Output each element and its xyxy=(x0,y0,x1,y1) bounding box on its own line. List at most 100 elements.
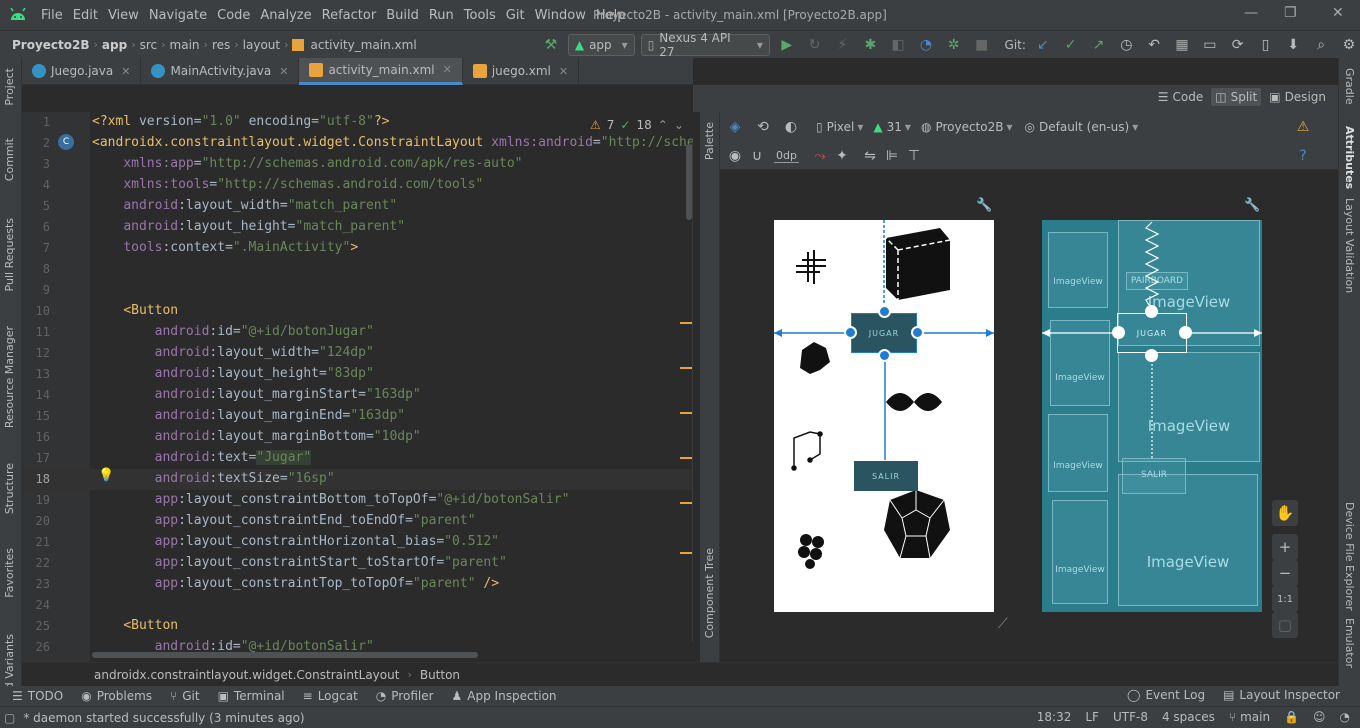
tool-emulator[interactable]: Emulator xyxy=(1343,618,1356,668)
blueprint-jugar-button[interactable]: JUGAR xyxy=(1117,313,1187,353)
help-icon[interactable]: ? xyxy=(1292,145,1314,167)
close-tab-icon[interactable]: ✕ xyxy=(121,65,130,78)
tab-juego-xml[interactable]: juego.xml ✕ xyxy=(463,57,580,85)
menu-git[interactable]: Git xyxy=(501,8,530,23)
menu-view[interactable]: View xyxy=(103,8,144,23)
tool-event-log[interactable]: ◯ Event Log xyxy=(1127,688,1205,702)
zoom-to-fit-icon[interactable]: ▢ xyxy=(1272,612,1298,638)
tool-favorites[interactable]: Favorites xyxy=(3,548,16,598)
tool-layout-inspector[interactable]: ▤ Layout Inspector xyxy=(1223,688,1340,702)
git-update-icon[interactable]: ↙ xyxy=(1032,34,1054,56)
tool-project[interactable]: Project xyxy=(3,68,16,106)
menu-analyze[interactable]: Analyze xyxy=(255,8,316,23)
minimize-icon[interactable]: — xyxy=(1244,5,1258,21)
breadcrumb-project[interactable]: Proyecto2B xyxy=(0,38,94,52)
align-icon[interactable]: ⊫ xyxy=(881,145,903,167)
eye-icon[interactable]: ◉ xyxy=(724,145,746,167)
code-line[interactable]: 18 android:textSize="16sp" xyxy=(22,469,693,490)
git-push-icon[interactable]: ↗ xyxy=(1088,34,1110,56)
tool-git[interactable]: ⑂ Git xyxy=(170,689,200,703)
locale-picker[interactable]: ◎ Default (en-us) ▾ xyxy=(1025,120,1139,134)
tool-attributes[interactable]: Attributes xyxy=(1343,126,1356,189)
api-picker[interactable]: ▲ 31 ▾ xyxy=(873,120,911,134)
attach-debugger-icon[interactable]: ✲ xyxy=(943,34,965,56)
code-line[interactable]: 16 android:layout_marginBottom="10dp" xyxy=(22,427,693,448)
preview-salir-button[interactable]: SALIR xyxy=(854,461,918,491)
layers-icon[interactable]: ◈ xyxy=(724,116,746,138)
menu-tools[interactable]: Tools xyxy=(459,8,501,23)
profile-icon[interactable]: ◔ xyxy=(915,34,937,56)
magnet-icon[interactable]: ∪ xyxy=(746,145,768,167)
run-icon[interactable]: ▶ xyxy=(776,34,798,56)
code-line[interactable]: 5 android:layout_width="match_parent" xyxy=(22,196,693,217)
stop-icon[interactable]: ■ xyxy=(971,34,993,56)
menu-run[interactable]: Run xyxy=(424,8,459,23)
class-gutter-icon[interactable]: C xyxy=(58,134,74,150)
guidelines-icon[interactable]: ⊤ xyxy=(903,145,925,167)
code-line[interactable]: 7 tools:context=".MainActivity"> xyxy=(22,238,693,259)
code-line[interactable]: 13 android:layout_height="83dp" xyxy=(22,364,693,385)
infer-constraints-icon[interactable]: ✦ xyxy=(831,145,853,167)
theme-picker[interactable]: ◍ Proyecto2B ▾ xyxy=(921,120,1013,134)
horizontal-scrollbar[interactable] xyxy=(92,652,478,658)
tool-app-inspection[interactable]: ♟ App Inspection xyxy=(452,689,557,703)
rollback-icon[interactable]: ↶ xyxy=(1143,34,1165,56)
breadcrumb-layout[interactable]: layout xyxy=(239,38,284,52)
code-line[interactable]: 22 app:layout_constraintStart_toStartOf=… xyxy=(22,553,693,574)
xml-crumb-button[interactable]: Button xyxy=(420,668,460,682)
sync-gradle-icon[interactable]: ⟳ xyxy=(1227,34,1249,56)
tool-resource-manager[interactable]: Resource Manager xyxy=(3,326,16,428)
device-picker[interactable]: ▯ Pixel ▾ xyxy=(816,120,863,134)
file-encoding[interactable]: UTF-8 xyxy=(1113,710,1148,724)
search-icon[interactable]: ⌕ xyxy=(1310,34,1332,56)
handle-top[interactable] xyxy=(878,305,891,318)
handle-left[interactable] xyxy=(844,326,857,339)
code-line[interactable]: 20 app:layout_constraintEnd_toEndOf="par… xyxy=(22,511,693,532)
code-line[interactable]: 25 <Button xyxy=(22,616,693,637)
git-commit-icon[interactable]: ✓ xyxy=(1060,34,1082,56)
pack-icon[interactable]: ⇋ xyxy=(859,145,881,167)
close-tab-icon[interactable]: ✕ xyxy=(443,63,452,76)
inspection-widget[interactable]: ⚠ 7 ✓ 18 ⌃ ⌄ xyxy=(590,118,684,132)
default-margin-field[interactable]: 0dp xyxy=(774,149,799,163)
wrench-icon[interactable]: 🔧 xyxy=(976,198,992,213)
code-line[interactable]: 3 xmlns:app="http://schemas.android.com/… xyxy=(22,154,693,175)
tool-problems[interactable]: ◉ Problems xyxy=(81,689,152,703)
code-line[interactable]: 19 app:layout_constraintBottom_toTopOf="… xyxy=(22,490,693,511)
preview-jugar-button[interactable]: JUGAR xyxy=(851,313,917,353)
zoom-out-icon[interactable]: − xyxy=(1272,560,1298,586)
tool-terminal[interactable]: ▣ Terminal xyxy=(218,689,285,703)
code-line[interactable]: 11 android:id="@+id/botonJugar" xyxy=(22,322,693,343)
tool-gradle[interactable]: Gradle xyxy=(1343,68,1356,105)
close-window-icon[interactable]: ✕ xyxy=(1332,5,1344,21)
breadcrumb-file[interactable]: activity_main.xml xyxy=(307,38,421,52)
tool-structure[interactable]: Structure xyxy=(3,463,16,514)
tool-device-file-explorer[interactable]: Device File Explorer xyxy=(1343,502,1356,611)
line-separator[interactable]: LF xyxy=(1085,710,1099,724)
tab-activity-main-xml[interactable]: activity_main.xml ✕ xyxy=(299,57,463,85)
orientation-icon[interactable]: ⟲ xyxy=(752,116,774,138)
code-line[interactable]: 4 xmlns:tools="http://schemas.android.co… xyxy=(22,175,693,196)
project-structure-icon[interactable]: ▦ xyxy=(1171,34,1193,56)
code-line[interactable]: 12 android:layout_width="124dp" xyxy=(22,343,693,364)
code-mode-button[interactable]: ☰ Code xyxy=(1154,88,1208,106)
menu-edit[interactable]: Edit xyxy=(68,8,103,23)
warning-icon[interactable]: ⚠ xyxy=(1292,116,1314,138)
close-tab-icon[interactable]: ✕ xyxy=(279,65,288,78)
apply-changes-icon[interactable]: ⚡ xyxy=(832,34,854,56)
code-line[interactable]: 2 <androidx.constraintlayout.widget.Const… xyxy=(22,133,693,154)
code-line[interactable]: 6 android:layout_height="match_parent" xyxy=(22,217,693,238)
handle-left[interactable] xyxy=(1112,326,1125,339)
split-mode-button[interactable]: ◫ Split xyxy=(1211,88,1262,106)
code-line[interactable]: 14 android:layout_marginStart="163dp" xyxy=(22,385,693,406)
resize-handle-icon[interactable]: ⟋ xyxy=(998,616,1008,632)
design-mode-button[interactable]: ▣ Design xyxy=(1265,88,1330,106)
settings-icon[interactable]: ⚙ xyxy=(1338,34,1360,56)
menu-build[interactable]: Build xyxy=(381,8,424,23)
tab-mainactivity-java[interactable]: MainActivity.java ✕ xyxy=(141,57,300,85)
code-line[interactable]: 17 android:text="Jugar" xyxy=(22,448,693,469)
handle-bottom[interactable] xyxy=(878,349,891,362)
tool-profiler[interactable]: ◔ Profiler xyxy=(376,689,434,703)
debug-icon[interactable]: ✱ xyxy=(859,34,881,56)
coverage-icon[interactable]: ◧ xyxy=(887,34,909,56)
